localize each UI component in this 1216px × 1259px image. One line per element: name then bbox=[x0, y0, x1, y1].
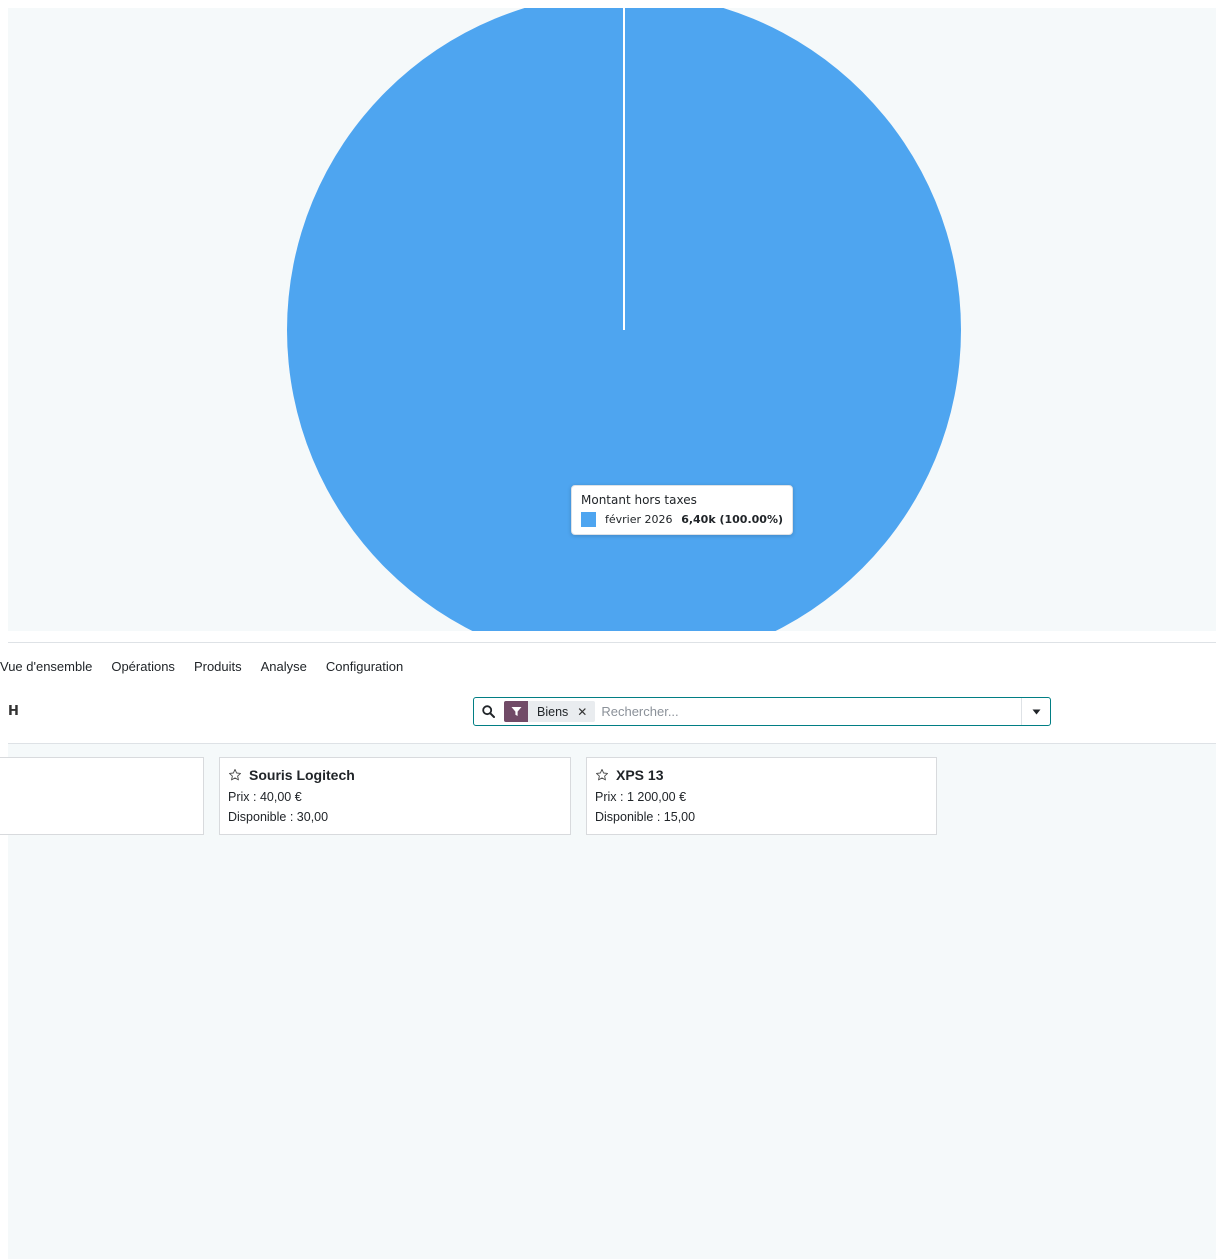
card-stock: Disponible : 15,00 bbox=[595, 810, 696, 824]
menu-item-analysis[interactable]: Analyse bbox=[261, 659, 307, 674]
card-header: Souris Logitech bbox=[228, 767, 355, 783]
search-bar[interactable]: Biens ✕ bbox=[473, 697, 1051, 726]
app-root: Montant hors taxes février 2026 6,40k (1… bbox=[0, 0, 1216, 1259]
tooltip-row: février 2026 6,40k (100.00%) bbox=[581, 512, 783, 527]
pie-chart bbox=[287, 8, 961, 631]
card-header: XPS 13 bbox=[595, 767, 663, 783]
search-options-toggle[interactable] bbox=[1021, 698, 1050, 725]
product-card[interactable]: Souris Logitech Prix : 40,00 € Disponibl… bbox=[219, 757, 571, 835]
kanban-view: Souris Logitech Prix : 40,00 € Disponibl… bbox=[0, 744, 1216, 1259]
menu-item-overview[interactable]: Vue d'ensemble bbox=[0, 659, 92, 674]
search-icon[interactable] bbox=[474, 705, 502, 718]
menu-item-products[interactable]: Produits bbox=[194, 659, 242, 674]
search-input[interactable] bbox=[599, 698, 1021, 725]
tooltip-value: 6,40k (100.00%) bbox=[681, 513, 783, 526]
filter-icon bbox=[504, 701, 528, 722]
star-icon[interactable] bbox=[228, 768, 242, 782]
caret-down-icon bbox=[1032, 709, 1040, 714]
product-card[interactable] bbox=[0, 757, 204, 835]
tooltip-label: février 2026 bbox=[605, 513, 673, 526]
star-icon[interactable] bbox=[595, 768, 609, 782]
search-facet: Biens ✕ bbox=[504, 701, 596, 722]
menu-item-configuration[interactable]: Configuration bbox=[326, 659, 403, 674]
facet-remove-icon[interactable]: ✕ bbox=[575, 705, 595, 719]
pie-slices bbox=[287, 8, 961, 631]
card-price: Prix : 1 200,00 € bbox=[595, 790, 687, 804]
facet-label: Biens bbox=[537, 704, 569, 719]
card-title: Souris Logitech bbox=[249, 767, 355, 783]
graph-view: Montant hors taxes février 2026 6,40k (1… bbox=[8, 8, 1216, 631]
card-price: Prix : 40,00 € bbox=[228, 790, 302, 804]
card-stock: Disponible : 30,00 bbox=[228, 810, 329, 824]
app-menu-bar: Vue d'ensemble Opérations Produits Analy… bbox=[0, 643, 1216, 689]
breadcrumb[interactable]: H bbox=[8, 704, 19, 719]
card-title: XPS 13 bbox=[616, 767, 664, 783]
chart-tooltip: Montant hors taxes février 2026 6,40k (1… bbox=[571, 485, 793, 535]
tooltip-title: Montant hors taxes bbox=[581, 493, 697, 507]
product-card[interactable]: XPS 13 Prix : 1 200,00 € Disponible : 15… bbox=[586, 757, 937, 835]
tooltip-swatch bbox=[581, 512, 596, 527]
menu-item-operations[interactable]: Opérations bbox=[111, 659, 175, 674]
control-panel: H Biens ✕ bbox=[8, 690, 1216, 742]
